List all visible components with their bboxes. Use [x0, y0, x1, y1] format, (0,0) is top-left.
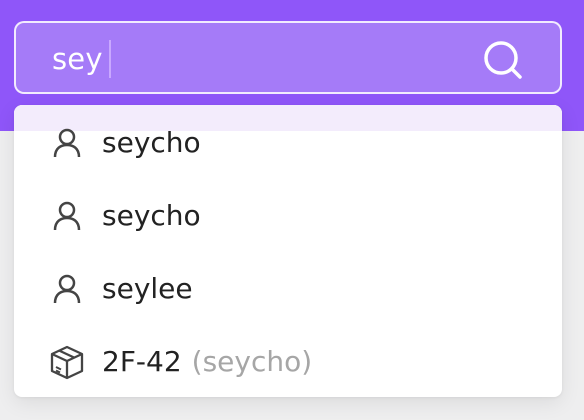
item-owner: (seycho)	[191, 345, 313, 378]
user-icon	[48, 270, 86, 308]
suggestion-item[interactable]: seycho	[14, 106, 562, 179]
suggestions-dropdown: seycho seycho seylee 2F-42 (seycho)	[14, 105, 562, 397]
box-icon	[48, 343, 86, 381]
suggestion-item[interactable]: seycho	[14, 179, 562, 252]
suggestion-label: seycho	[102, 126, 201, 159]
search-input-value: sey	[52, 42, 103, 76]
text-caret	[108, 40, 111, 78]
suggestion-label: seylee	[102, 272, 193, 305]
page: sey seycho seycho seylee 2F-42 (seycho)	[0, 0, 584, 420]
suggestion-item[interactable]: seylee	[14, 252, 562, 325]
suggestion-item[interactable]: 2F-42 (seycho)	[14, 325, 562, 397]
user-icon	[48, 124, 86, 162]
user-icon	[48, 197, 86, 235]
suggestion-label: seycho	[102, 199, 201, 232]
suggestion-label: 2F-42 (seycho)	[102, 345, 312, 378]
search-icon[interactable]	[482, 39, 524, 81]
item-code: 2F-42	[102, 345, 182, 378]
search-box[interactable]: sey	[14, 21, 562, 94]
search-input[interactable]: sey	[52, 39, 111, 79]
